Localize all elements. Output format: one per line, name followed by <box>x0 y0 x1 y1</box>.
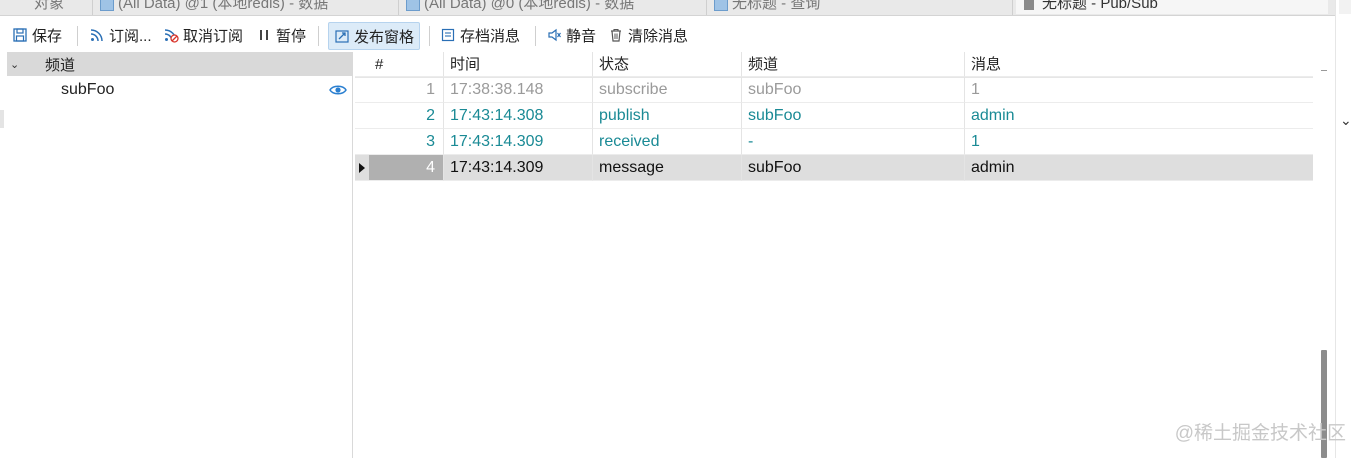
publish-pane-toggle[interactable]: 发布窗格 <box>328 22 421 50</box>
table-row[interactable]: 3 17:43:14.309 received - 1 <box>355 129 1313 155</box>
toolbar: 保存 订阅... 取消订阅 暂停 发布窗格 存档消息 静音 清除消息 <box>0 19 1335 52</box>
row-indicator <box>355 103 369 129</box>
clear-messages-button[interactable]: 清除消息 <box>608 22 688 48</box>
query-icon <box>714 0 728 12</box>
archive-label: 存档消息 <box>460 27 521 45</box>
row-indicator <box>355 155 369 181</box>
publish-pane-icon <box>335 30 349 43</box>
channel-tree: ⌄ 频道 subFoo <box>7 52 353 458</box>
publish-pane-label: 发布窗格 <box>354 28 415 46</box>
tab-label: (All Data) @0 (本地redis) - 数据 <box>424 0 635 12</box>
save-icon <box>13 28 27 42</box>
toolbar-divider <box>535 26 536 46</box>
chevron-down-icon[interactable]: ⌄ <box>10 58 26 71</box>
archive-icon <box>441 28 455 42</box>
row-indicator <box>355 77 369 103</box>
tab-strip: 对象 (All Data) @1 (本地redis) - 数据 (All Dat… <box>0 0 1335 16</box>
row-indicator-header <box>355 52 369 77</box>
column-header-index[interactable]: # <box>369 52 444 77</box>
table-row[interactable]: 2 17:43:14.308 publish subFoo admin <box>355 103 1313 129</box>
channel-group-label: 频道 <box>45 56 76 74</box>
row-number: 2 <box>369 103 444 129</box>
column-header-time[interactable]: 时间 <box>444 52 593 77</box>
pause-label: 暂停 <box>276 27 307 45</box>
message-cell: 1 <box>965 129 1313 155</box>
row-number: 1 <box>369 77 444 103</box>
rss-icon <box>90 29 103 42</box>
state-cell: received <box>593 129 742 155</box>
tab-label: (All Data) @1 (本地redis) - 数据 <box>118 0 329 12</box>
channel-group-header[interactable]: ⌄ 频道 <box>7 52 352 76</box>
channel-item-label: subFoo <box>61 81 115 98</box>
row-indicator <box>355 129 369 155</box>
archive-messages-button[interactable]: 存档消息 <box>440 22 520 48</box>
tab-data-db0[interactable]: (All Data) @0 (本地redis) - 数据 <box>406 0 634 14</box>
channel-cell: subFoo <box>742 103 965 129</box>
table-row[interactable]: 1 17:38:38.148 subscribe subFoo 1 <box>355 77 1313 103</box>
vertical-scrollbar[interactable] <box>1317 52 1331 458</box>
toolbar-divider <box>318 26 319 46</box>
time-cell: 17:43:14.309 <box>444 155 593 181</box>
tab-divider <box>706 0 707 15</box>
tab-data-db1[interactable]: (All Data) @1 (本地redis) - 数据 <box>100 0 328 14</box>
watermark: @稀土掘金技术社区 <box>1174 423 1346 444</box>
time-cell: 17:38:38.148 <box>444 77 593 103</box>
tab-pubsub[interactable]: 无标题 - Pub/Sub <box>1016 0 1328 14</box>
tab-label: 对象 <box>34 0 65 12</box>
table-icon <box>100 0 114 12</box>
scrollbar-top-mark <box>1321 70 1327 71</box>
tab-objects[interactable]: 对象 <box>34 0 64 14</box>
save-label: 保存 <box>32 27 63 45</box>
save-button[interactable]: 保存 <box>12 22 62 48</box>
tab-label: 无标题 - Pub/Sub <box>1042 0 1158 12</box>
tab-divider <box>92 0 93 15</box>
tab-query[interactable]: 无标题 - 查询 <box>714 0 820 14</box>
splitter-mark <box>0 110 4 128</box>
table-icon <box>406 0 420 12</box>
subscribe-button[interactable]: 订阅... <box>89 22 152 48</box>
trash-icon <box>611 28 621 42</box>
column-header-channel[interactable]: 频道 <box>742 52 965 77</box>
clear-label: 清除消息 <box>628 27 689 45</box>
state-cell: subscribe <box>593 77 742 103</box>
message-cell: admin <box>965 155 1313 181</box>
mute-button[interactable]: 静音 <box>546 22 596 48</box>
tab-divider <box>398 0 399 15</box>
subscribe-label: 订阅... <box>109 27 152 45</box>
time-cell: 17:43:14.309 <box>444 129 593 155</box>
channel-cell: subFoo <box>742 77 965 103</box>
message-cell: admin <box>965 103 1313 129</box>
eye-icon[interactable] <box>329 82 347 98</box>
grid-header-row: # 时间 状态 频道 消息 <box>355 52 1313 78</box>
toolbar-divider <box>429 26 430 46</box>
state-cell: message <box>593 155 742 181</box>
unsubscribe-button[interactable]: 取消订阅 <box>163 22 243 48</box>
tab-label: 无标题 - 查询 <box>732 0 821 12</box>
row-number: 4 <box>369 155 444 181</box>
row-number: 3 <box>369 129 444 155</box>
pubsub-icon <box>1024 0 1034 11</box>
mute-label: 静音 <box>566 27 597 45</box>
right-side-panel-edge: ⌄ <box>1335 0 1360 458</box>
current-row-arrow-icon <box>359 163 365 173</box>
chevron-down-icon[interactable]: ⌄ <box>1340 112 1352 129</box>
mute-icon <box>548 28 561 42</box>
unsubscribe-icon <box>164 29 179 43</box>
column-header-message[interactable]: 消息 <box>965 52 1313 77</box>
toolbar-divider <box>77 26 78 46</box>
message-grid: # 时间 状态 频道 消息 1 17:38:38.148 subscribe s… <box>355 52 1315 458</box>
channel-item-subfoo[interactable]: subFoo <box>7 78 352 102</box>
column-header-state[interactable]: 状态 <box>593 52 742 77</box>
pause-icon <box>260 30 268 40</box>
message-cell: 1 <box>965 77 1313 103</box>
channel-cell: - <box>742 129 965 155</box>
channel-cell: subFoo <box>742 155 965 181</box>
time-cell: 17:43:14.308 <box>444 103 593 129</box>
pause-button[interactable]: 暂停 <box>256 22 306 48</box>
state-cell: publish <box>593 103 742 129</box>
table-row-selected[interactable]: 4 17:43:14.309 message subFoo admin <box>355 155 1313 181</box>
tab-divider <box>1012 0 1013 15</box>
panel-edge-block <box>1339 0 1351 14</box>
unsubscribe-label: 取消订阅 <box>183 27 244 45</box>
